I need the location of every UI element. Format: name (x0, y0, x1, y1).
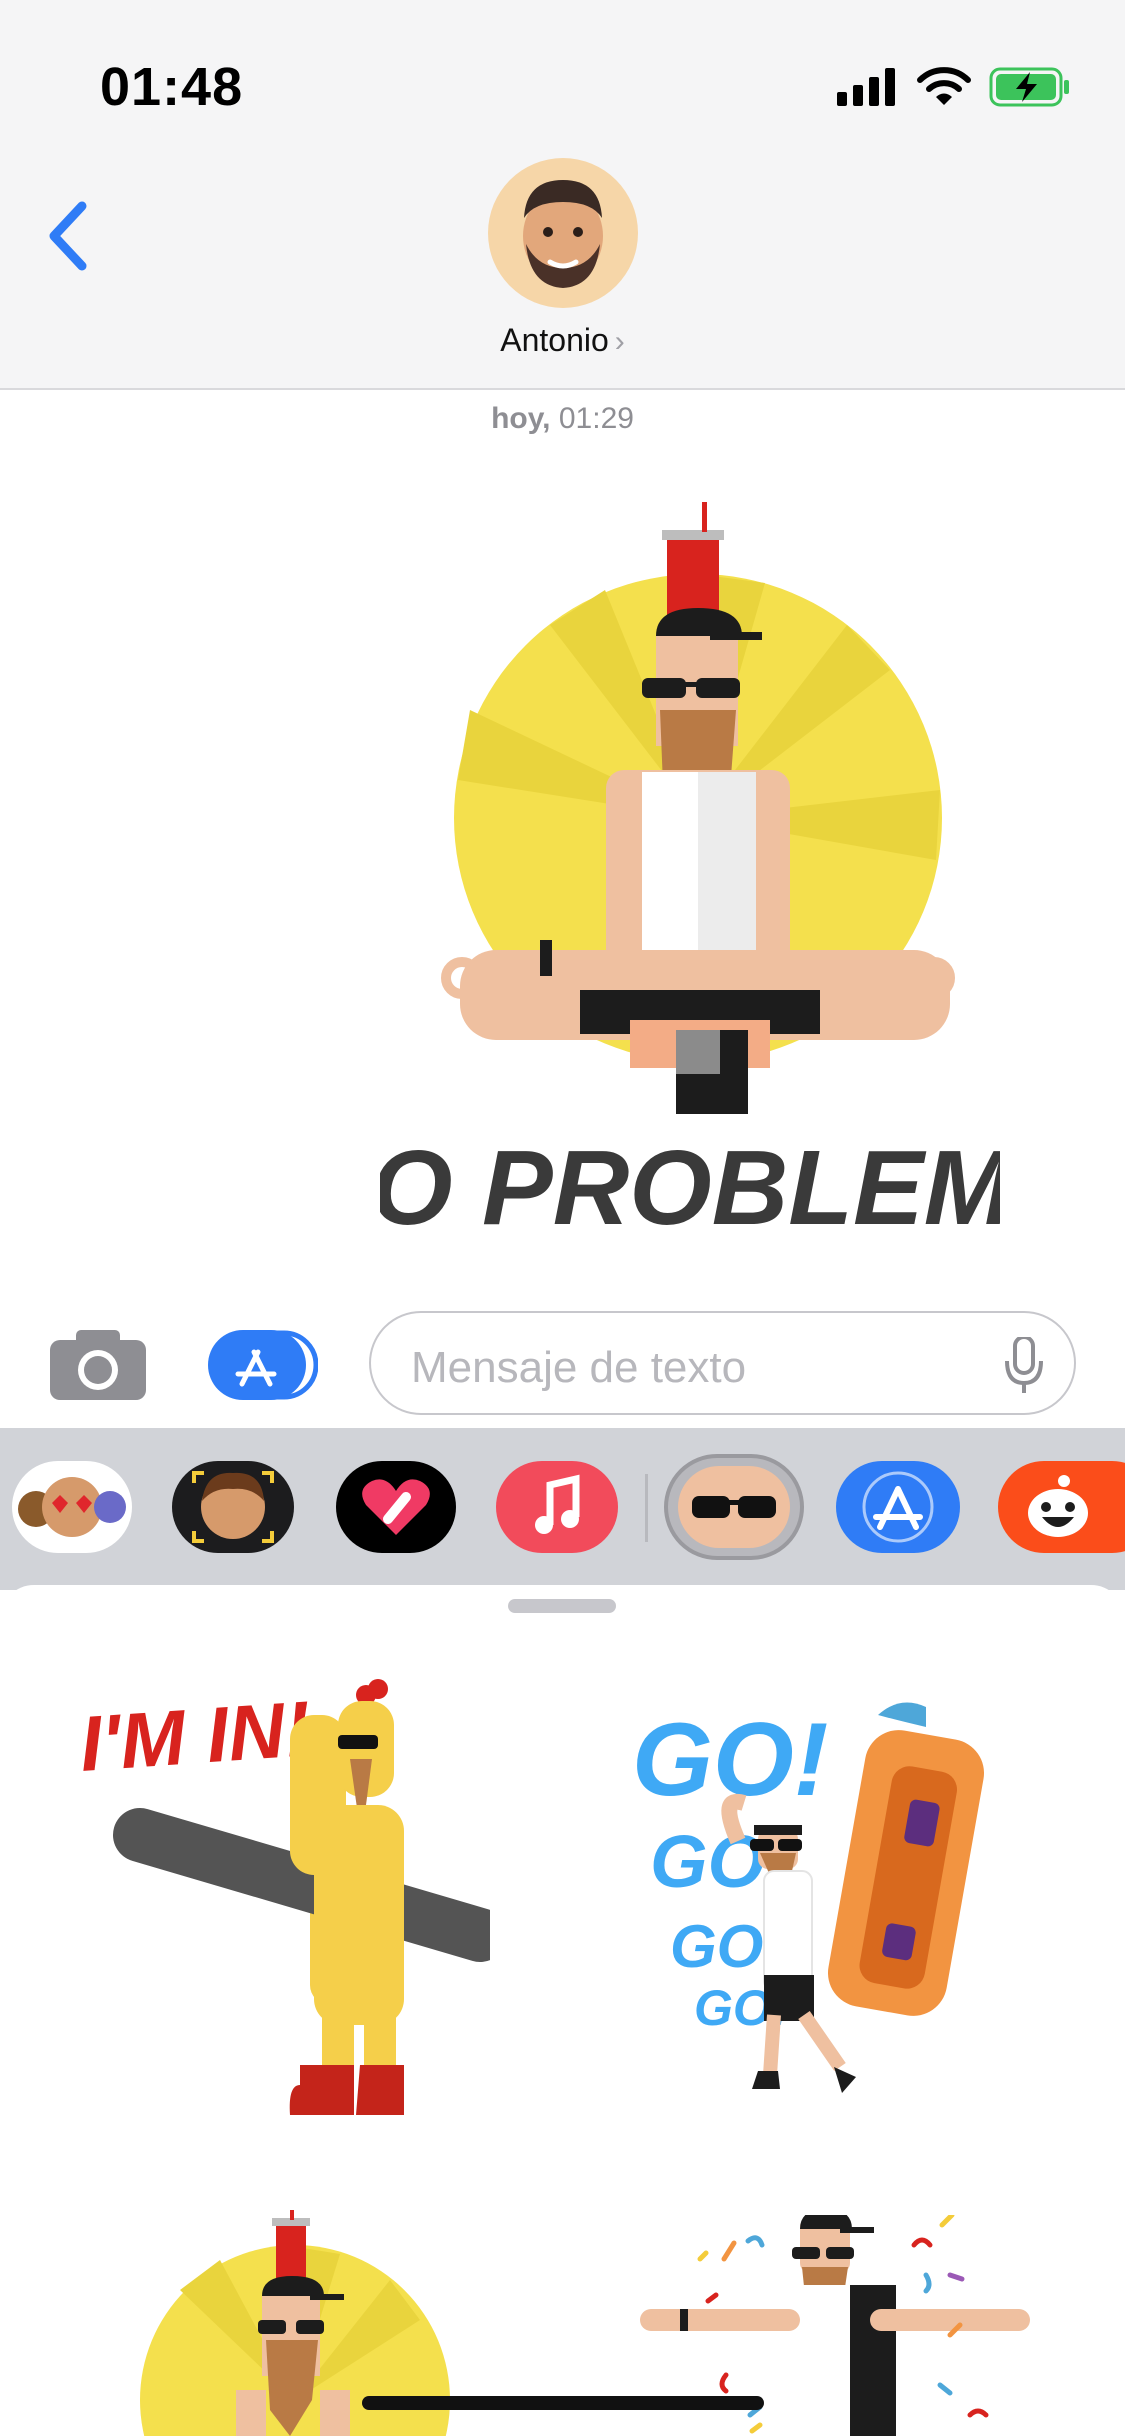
sticker-caption: NO PROBLEMO (380, 1129, 1000, 1247)
memoji-face-icon (523, 180, 603, 288)
memoji-stickers-icon[interactable] (12, 1461, 132, 1553)
app-drawer (0, 1428, 1125, 1590)
panel-grabber[interactable] (508, 1599, 616, 1613)
battery-charging-icon (989, 67, 1069, 107)
status-time: 01:48 (100, 57, 244, 117)
music-icon[interactable] (496, 1461, 618, 1553)
status-icons (837, 64, 1071, 110)
sticker-message[interactable]: NO PROBLEMO (380, 490, 1000, 1280)
reddit-emoji-icon[interactable] (998, 1461, 1125, 1553)
sticker-caption-im-in: I'M IN! (77, 1684, 313, 1788)
digital-touch-icon[interactable] (336, 1461, 456, 1553)
contact-avatar[interactable] (488, 158, 638, 308)
contact-name[interactable]: Antonio › (0, 322, 1125, 359)
sticker-im-in[interactable]: I'M IN! (70, 1675, 490, 2115)
conversation-header: 01:48 Antonio › (0, 0, 1125, 390)
sticker-pack-selected-icon[interactable] (664, 1454, 804, 1560)
microphone-icon[interactable] (1004, 1337, 1044, 1395)
message-placeholder: Mensaje de texto (411, 1343, 747, 1392)
wifi-icon (917, 67, 971, 105)
signal-icon (837, 68, 895, 106)
sticker-go-go[interactable]: GO! GO! GO! GO! (630, 1675, 1030, 2115)
app-store-drawer-icon[interactable] (836, 1461, 960, 1553)
app-store-icon[interactable] (208, 1330, 318, 1400)
message-input[interactable]: Mensaje de texto (369, 1311, 1076, 1415)
back-chevron-icon[interactable] (40, 196, 100, 276)
animoji-icon[interactable] (172, 1461, 294, 1553)
camera-icon[interactable] (50, 1326, 146, 1400)
home-indicator[interactable] (362, 2396, 764, 2410)
message-timestamp: hoy, 01:29 (491, 402, 634, 435)
sticker-panel: I'M IN! GO! GO! GO! GO! (0, 1585, 1125, 2436)
chevron-right-icon: › (614, 325, 625, 358)
drawer-divider (645, 1474, 648, 1542)
